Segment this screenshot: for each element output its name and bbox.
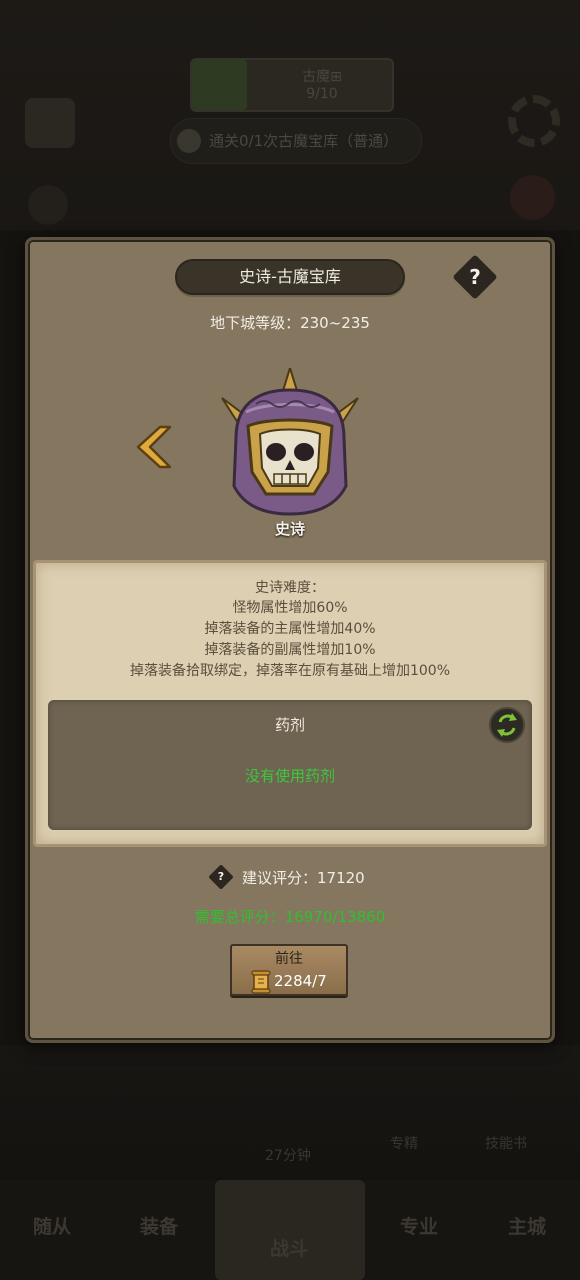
potion-title: 药剂 [274, 716, 305, 734]
background-nav-center [215, 1180, 365, 1280]
background-progress-bar: 古魔⊞ 9/10 [190, 58, 394, 112]
recommended-score: 建议评分：17120 [242, 869, 365, 887]
go-button-cost: 2284/7 [274, 972, 327, 990]
background-timer: 27分钟 [265, 1148, 311, 1164]
background-side-label-2: 技能书 [485, 1136, 527, 1152]
background-top-area [0, 0, 580, 230]
description-line: 掉落装备拾取绑定，掉落率在原有基础上增加100% [129, 663, 451, 679]
nav-item-equipment: 装备 [140, 1216, 179, 1238]
nav-item-battle: 战斗 [270, 1238, 309, 1260]
gear-icon [508, 95, 560, 147]
background-round-icon [28, 185, 68, 225]
description-line: 掉落装备的主属性增加40% [204, 621, 376, 637]
help-icon[interactable]: ? [459, 261, 491, 293]
help-icon[interactable]: ? [212, 868, 230, 886]
skull-helmet-icon [221, 368, 359, 516]
background-menu-icon [25, 98, 75, 148]
background-quest-text: 通关0/1次古魔宝库（普通） [209, 132, 399, 150]
difficulty-name: 史诗 [274, 520, 305, 538]
description-line: 掉落装备的副属性增加10% [204, 642, 376, 658]
swap-icon [497, 713, 517, 737]
scroll-icon [251, 970, 271, 994]
description-line: 史诗难度： [255, 580, 325, 596]
background-progress-value: 9/10 [306, 86, 338, 102]
required-total-score: 需要总评分：16970/13860 [194, 908, 386, 926]
background-quest-banner: 通关0/1次古魔宝库（普通） [170, 118, 422, 164]
quest-icon [177, 129, 201, 153]
potion-empty-text: 没有使用药剂 [244, 767, 335, 785]
dungeon-level-text: 地下城等级：230~235 [210, 314, 370, 332]
nav-item-profession: 专业 [400, 1216, 439, 1238]
background-bottom-nav: 随从 装备 战斗 专业 主城 [0, 1180, 580, 1280]
potion-swap-button[interactable] [489, 707, 525, 743]
background-progress-title: 古魔⊞ [302, 69, 342, 85]
background-side-label-1: 专精 [390, 1136, 418, 1152]
description-line: 怪物属性增加60% [232, 600, 348, 616]
background-event-icon [510, 175, 555, 220]
nav-item-followers: 随从 [33, 1216, 72, 1238]
nav-item-main-city: 主城 [508, 1216, 547, 1238]
dialog-title: 史诗-古魔宝库 [175, 259, 405, 295]
go-button-label[interactable]: 前往 [230, 948, 348, 968]
left-arrow-icon[interactable] [130, 425, 174, 469]
